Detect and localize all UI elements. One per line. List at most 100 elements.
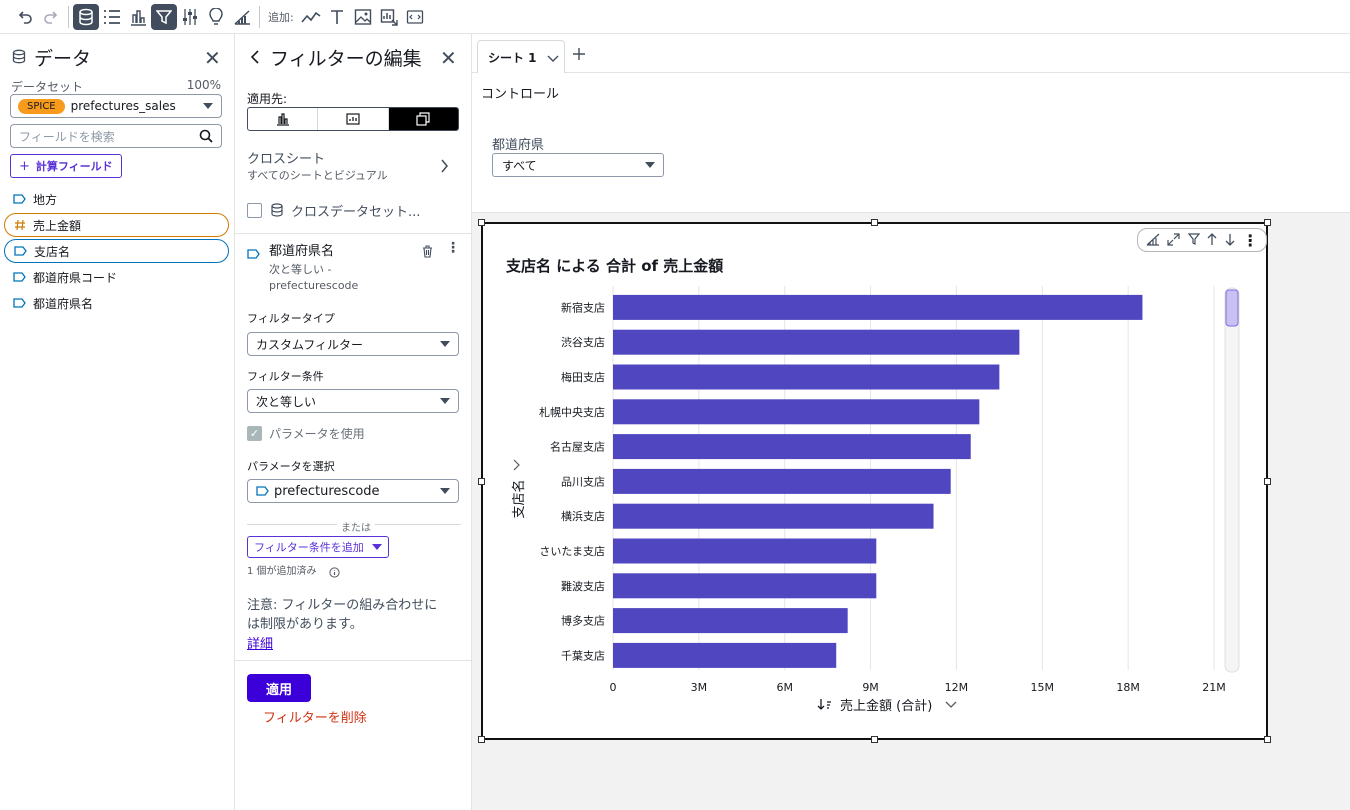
x-tick-label: 9M — [862, 681, 879, 694]
apply-button[interactable]: 適用 — [247, 674, 311, 702]
divider — [235, 660, 472, 661]
control-value: すべて — [502, 158, 537, 173]
close-icon[interactable]: ✕ — [204, 48, 221, 68]
scrollbar-track — [1224, 287, 1240, 673]
x-tick-label: 6M — [776, 681, 793, 694]
bar — [613, 642, 837, 668]
cross-dataset-checkbox[interactable] — [247, 203, 262, 218]
dimension-tag-icon — [14, 246, 27, 256]
field-label: 都道府県名 — [33, 296, 94, 311]
y-tick-label: 横浜支店 — [561, 509, 605, 523]
note-line-2: は制限があります。 — [247, 617, 363, 632]
forecast-icon[interactable] — [229, 4, 255, 30]
line-chart-icon[interactable] — [298, 4, 324, 30]
y-axis-label: 支店名 — [511, 479, 527, 518]
field-label: 都道府県コード — [33, 270, 118, 285]
x-tick-label: 3M — [691, 681, 708, 694]
details-link[interactable]: 詳細 — [247, 633, 273, 652]
sort-icon — [817, 699, 831, 710]
undo-icon[interactable] — [12, 4, 38, 30]
cross-sheet-subtitle: すべてのシートとビジュアル — [247, 169, 388, 182]
add-label: 追加: — [268, 10, 294, 24]
dataset-select[interactable]: SPICE prefectures_sales — [10, 94, 222, 118]
y-tick-label: 新宿支店 — [561, 300, 605, 314]
embed-icon[interactable] — [402, 4, 428, 30]
filter-description-1: 次と等しい - — [269, 263, 332, 276]
bar — [613, 364, 1000, 390]
y-tick-label: 博多支店 — [561, 614, 605, 628]
chevron-right-icon[interactable] — [440, 158, 449, 178]
toolbar-divider — [68, 5, 69, 28]
dataset-label: データセット — [11, 80, 84, 94]
chevron-right-icon — [513, 459, 520, 471]
x-tick-label: 21M — [1202, 681, 1226, 694]
or-label: または — [337, 519, 375, 534]
add-condition-label: フィルター条件を追加 — [254, 541, 364, 554]
scope-sheet-button[interactable] — [318, 108, 389, 130]
dimension-tag-icon — [13, 298, 26, 308]
bar — [613, 329, 1020, 355]
lightbulb-icon[interactable] — [203, 4, 229, 30]
trash-icon[interactable] — [422, 243, 433, 262]
plus-icon: + — [19, 158, 30, 174]
chevron-down-icon[interactable] — [547, 52, 559, 66]
sliders-icon[interactable] — [177, 4, 203, 30]
filter-type-select[interactable]: カスタムフィルター — [247, 332, 459, 356]
chevron-down-icon — [440, 488, 450, 494]
scope-cross-sheet-button[interactable] — [388, 108, 458, 130]
control-label: 都道府県 — [492, 138, 545, 153]
add-sheet-icon[interactable] — [572, 46, 586, 65]
parameter-value: prefecturescode — [274, 483, 380, 499]
bar-chart-icon[interactable] — [125, 4, 151, 30]
scope-single-visual-button[interactable] — [248, 108, 319, 130]
insight-icon[interactable] — [376, 4, 402, 30]
sheet-tab-bar: シート 1 — [472, 34, 1350, 73]
y-tick-label: さいたま支店 — [539, 544, 605, 558]
bar-chart: 支店名 による 合計 of 売上金額 0 3M 6M 9M 12M 15M 18M 21M 新宿支… — [505, 257, 1240, 714]
controls-title: コントロール — [481, 87, 560, 102]
cross-sheet-title: クロスシート — [247, 152, 326, 167]
field-search-input[interactable]: フィールドを検索 — [10, 124, 222, 148]
back-chevron-icon[interactable] — [250, 49, 260, 69]
field-item[interactable]: 地方 — [4, 187, 229, 211]
list-icon[interactable] — [99, 4, 125, 30]
bar — [613, 608, 848, 634]
bar — [613, 434, 971, 460]
delete-filter-button[interactable]: フィルターを削除 — [263, 707, 367, 726]
visual-frame[interactable]: ⋮ 支店名 による 合計 of 売上金額 0 3M 6M 9M 12M 15M 18M 21M 新… — [478, 219, 1271, 743]
y-tick-label: 難波支店 — [561, 579, 605, 593]
info-icon[interactable] — [329, 563, 340, 582]
image-icon[interactable] — [350, 4, 376, 30]
bar — [613, 399, 980, 425]
add-calculated-field-button[interactable]: + 計算フィールド — [10, 154, 122, 178]
panel-title: データ — [34, 48, 92, 70]
caret-down-icon — [371, 544, 382, 550]
sheet-area: シート 1 コントロール 都道府県 すべて ⋮ 支店名 による 合計 of 売上… — [472, 34, 1350, 810]
field-item[interactable]: 売上金額 — [4, 213, 229, 237]
add-filter-condition-button[interactable]: フィルター条件を追加 — [247, 536, 389, 558]
use-parameter-checkbox[interactable]: ✓ — [247, 426, 262, 441]
more-vertical-icon[interactable]: ⋮ — [446, 241, 460, 255]
field-label: 支店名 — [34, 244, 71, 259]
database-icon[interactable] — [73, 3, 99, 30]
field-item[interactable]: 都道府県名 — [4, 291, 229, 315]
field-item[interactable]: 支店名 — [4, 239, 229, 263]
bar — [613, 294, 1143, 320]
note-line-1: 注意: フィルターの組み合わせに — [247, 598, 438, 613]
filter-condition-select[interactable]: 次と等しい — [247, 389, 459, 413]
y-tick-label: 千葉支店 — [561, 648, 605, 662]
x-axis-label: 売上金額 (合計) — [840, 698, 932, 714]
redo-icon[interactable] — [38, 4, 64, 30]
field-item[interactable]: 都道府県コード — [4, 265, 229, 289]
x-tick-label: 15M — [1031, 681, 1055, 694]
text-icon[interactable] — [324, 4, 350, 30]
filter-description-2: prefecturescode — [269, 279, 359, 292]
close-icon[interactable]: ✕ — [440, 48, 457, 68]
parameter-select[interactable]: prefecturescode — [247, 479, 459, 503]
filter-field-name: 都道府県名 — [269, 244, 335, 259]
filter-icon[interactable] — [151, 3, 177, 30]
prefecture-control-select[interactable]: すべて — [492, 153, 664, 177]
dimension-tag-icon — [13, 272, 26, 282]
tab-sheet-1[interactable]: シート 1 — [477, 40, 565, 73]
chevron-down-icon — [945, 701, 957, 708]
